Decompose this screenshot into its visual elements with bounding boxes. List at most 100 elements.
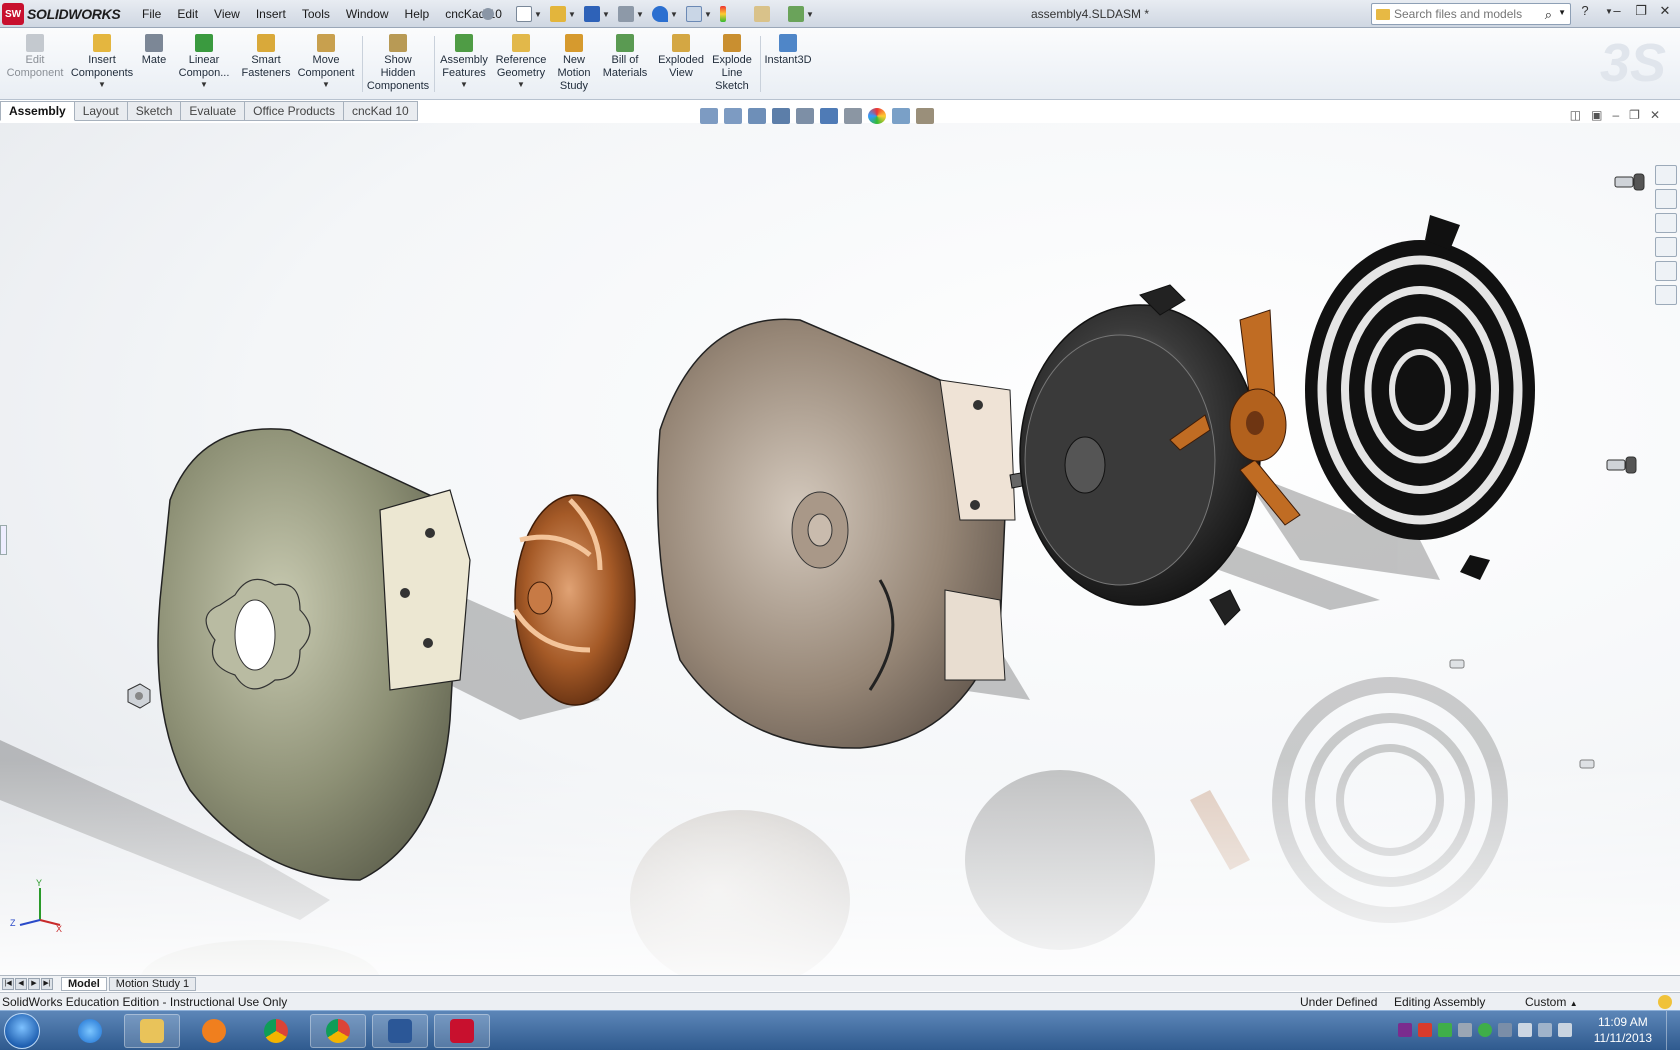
taskbar-word[interactable] [372, 1014, 428, 1048]
tab-model[interactable]: Model [61, 976, 107, 991]
taskbar-internet-explorer[interactable] [62, 1014, 118, 1048]
graphics-area[interactable]: Y X Z [0, 123, 1680, 975]
reference-geometry-button[interactable]: Reference Geometry ▼ [492, 34, 550, 90]
close-icon[interactable]: ✕ [1656, 3, 1674, 21]
next-tab-icon[interactable]: ▶ [28, 977, 40, 990]
show-hidden-icons-icon[interactable] [1498, 1023, 1512, 1037]
open-folder-icon[interactable]: ▼ [550, 3, 580, 25]
edit-component-button[interactable]: Edit Component [6, 34, 64, 80]
file-explorer-icon[interactable] [1655, 213, 1677, 233]
file-properties-icon[interactable] [754, 3, 784, 25]
previous-view-icon[interactable] [748, 108, 766, 124]
tab-layout[interactable]: Layout [74, 101, 128, 121]
tab-office-products[interactable]: Office Products [245, 101, 344, 121]
view-orientation-icon[interactable] [796, 108, 814, 124]
show-desktop-button[interactable] [1666, 1011, 1680, 1050]
start-orb-icon[interactable] [4, 1013, 40, 1049]
volume-icon[interactable] [1558, 1023, 1572, 1037]
linear-pattern-button[interactable]: Linear Compon... ▼ [174, 34, 234, 90]
tile-view-icon[interactable]: ▣ [1591, 108, 1602, 122]
select-arrow-icon[interactable]: ▼ [686, 3, 716, 25]
search-icon[interactable]: ⌕ [1545, 7, 1552, 23]
tab-assembly[interactable]: Assembly [0, 101, 75, 121]
last-tab-icon[interactable]: ▶| [41, 977, 53, 990]
menu-tools[interactable]: Tools [294, 7, 338, 21]
restore-icon[interactable]: ❐ [1632, 3, 1650, 21]
undo-icon[interactable]: ▼ [652, 3, 682, 25]
first-tab-icon[interactable]: |◀ [2, 977, 14, 990]
taskbar-media-player[interactable] [186, 1014, 242, 1048]
exploded-view-button[interactable]: Exploded View [656, 34, 706, 80]
move-component-button[interactable]: Move Component ▼ [296, 34, 356, 90]
tab-sketch[interactable]: Sketch [127, 101, 182, 121]
menu-help[interactable]: Help [397, 7, 438, 21]
search-dropdown-icon[interactable]: ▼ [1558, 8, 1566, 17]
menu-file[interactable]: File [134, 7, 169, 21]
menu-edit[interactable]: Edit [169, 7, 206, 21]
new-document-icon[interactable]: ▼ [516, 3, 546, 25]
split-view-icon[interactable]: ◫ [1570, 108, 1581, 122]
chevron-down-icon[interactable]: ▼ [174, 80, 234, 90]
tab-evaluate[interactable]: Evaluate [181, 101, 246, 121]
onenote-tray-icon[interactable] [1398, 1023, 1412, 1037]
help-icon[interactable]: ? [1576, 3, 1594, 21]
design-library-icon[interactable] [1655, 189, 1677, 209]
chevron-down-icon[interactable]: ▼ [438, 80, 490, 90]
taskbar-chrome-2[interactable] [310, 1014, 366, 1048]
new-motion-study-button[interactable]: New Motion Study [554, 34, 594, 93]
home-icon[interactable] [1655, 165, 1677, 185]
zoom-to-fit-icon[interactable] [700, 108, 718, 124]
rebuild-status-icon[interactable] [1658, 995, 1672, 1009]
insert-components-button[interactable]: Insert Components ▼ [70, 34, 134, 90]
units-selector[interactable]: Custom ▲ [1525, 995, 1578, 1009]
smart-fasteners-button[interactable]: Smart Fasteners [238, 34, 294, 80]
assembly-features-button[interactable]: Assembly Features ▼ [438, 34, 490, 90]
edit-appearance-icon[interactable] [868, 108, 886, 124]
tab-cnckad[interactable]: cncKad 10 [343, 101, 418, 121]
section-view-icon[interactable] [772, 108, 790, 124]
volute-part[interactable] [656, 318, 1016, 749]
view-palette-icon[interactable] [1655, 237, 1677, 257]
chevron-down-icon[interactable]: ▼ [296, 80, 356, 90]
status-tray-icon[interactable] [1478, 1023, 1492, 1037]
bill-of-materials-button[interactable]: Bill of Materials [600, 34, 650, 80]
action-center-icon[interactable] [1518, 1023, 1532, 1037]
instant3d-button[interactable]: Instant3D [762, 34, 814, 67]
view-settings-icon[interactable] [916, 108, 934, 124]
doc-restore-icon[interactable]: ❐ [1629, 108, 1640, 122]
prev-tab-icon[interactable]: ◀ [15, 977, 27, 990]
custom-properties-icon[interactable] [1655, 285, 1677, 305]
chevron-down-icon[interactable]: ▼ [492, 80, 550, 90]
zoom-area-icon[interactable] [724, 108, 742, 124]
chevron-down-icon[interactable]: ▼ [70, 80, 134, 90]
minimize-icon[interactable]: – [1608, 3, 1626, 21]
mate-button[interactable]: Mate [138, 34, 170, 67]
explode-line-sketch-button[interactable]: Explode Line Sketch [708, 34, 756, 93]
feature-manager-toggle[interactable] [0, 525, 7, 555]
apply-scene-icon[interactable] [892, 108, 910, 124]
sync-tray-icon[interactable] [1458, 1023, 1472, 1037]
system-clock[interactable]: 11:09 AM 11/11/2013 [1594, 1014, 1652, 1046]
display-style-icon[interactable] [820, 108, 838, 124]
nut-part[interactable] [127, 683, 151, 709]
show-hidden-components-button[interactable]: Show Hidden Components [366, 34, 430, 93]
print-icon[interactable]: ▼ [618, 3, 648, 25]
taskbar-solidworks[interactable] [434, 1014, 490, 1048]
rebuild-icon[interactable] [720, 3, 750, 25]
menu-window[interactable]: Window [338, 7, 397, 21]
tab-motion-study-1[interactable]: Motion Study 1 [108, 976, 197, 991]
pin-icon[interactable] [482, 3, 512, 25]
impeller-part[interactable] [512, 494, 636, 706]
search-input[interactable] [1394, 7, 1544, 21]
search-box[interactable]: ⌕ ▼ [1371, 3, 1571, 25]
doc-close-icon[interactable]: ✕ [1650, 108, 1660, 122]
menu-view[interactable]: View [206, 7, 248, 21]
save-icon[interactable]: ▼ [584, 3, 614, 25]
hide-show-items-icon[interactable] [844, 108, 862, 124]
doc-minimize-icon[interactable]: – [1612, 108, 1619, 122]
menu-insert[interactable]: Insert [248, 7, 294, 21]
assembly-model[interactable]: Y X Z [0, 123, 1680, 975]
update-tray-icon[interactable] [1438, 1023, 1452, 1037]
taskbar-chrome-1[interactable] [248, 1014, 304, 1048]
network-icon[interactable] [1538, 1023, 1552, 1037]
